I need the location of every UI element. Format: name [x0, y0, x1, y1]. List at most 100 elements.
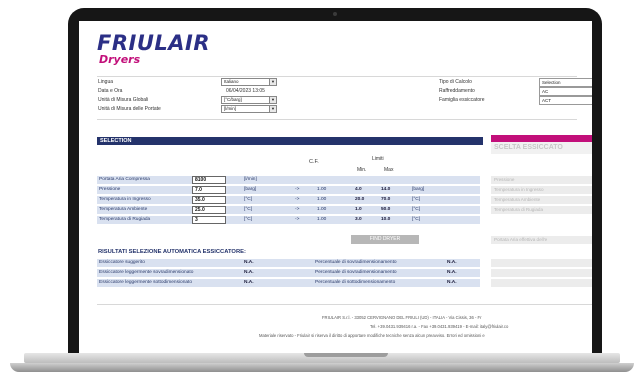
laptop-bezel: FRIULAIR Dryers Lingua Italiano ▼ Data e … — [68, 8, 602, 361]
result-row: Essiccatore leggermente sovradimensionat… — [97, 269, 480, 277]
result-row: Essiccatore suggerito N.A. Percentuale d… — [97, 259, 480, 267]
data-ora-label: Data e Ora — [98, 88, 123, 94]
result-value: N.A. — [244, 270, 254, 275]
min-value: 1.0 — [355, 207, 362, 212]
footer-address: FRIULAIR S.r.l. - 33052 CERVIGNANO DEL F… — [322, 315, 482, 320]
pct-value: N.A. — [447, 280, 457, 285]
divider — [97, 76, 577, 77]
result-label: Essiccatore leggermente sottodimensionat… — [99, 280, 193, 285]
pct-label: Percentuale di sottodimensionamento — [315, 280, 396, 285]
selection-row-temp-rugiada: Temperatura di Rugiada 3 [°C] -> 1.00 3.… — [97, 216, 480, 224]
unita-globali-select[interactable]: [°C/barg] ▼ — [221, 96, 277, 104]
temp-ambiente-input[interactable]: 25.0 — [192, 206, 226, 214]
tipo-calcolo-label: Tipo di Calcolo — [439, 79, 472, 85]
min-value: 20.0 — [355, 197, 365, 202]
selection-row-pressione: Pressione 7.0 [barg] -> 1.00 4.0 14.0 [b… — [97, 186, 480, 194]
pct-label: Percentuale di sovradimensionamento — [315, 260, 397, 265]
row-unit: [barg] — [244, 187, 257, 192]
row-unit: [°C] — [244, 207, 253, 212]
right-panel-row: Temperatura in Ingresso — [491, 186, 592, 194]
selection-row-temp-ambiente: Temperatura Ambiente 25.0 [°C] -> 1.00 1… — [97, 206, 480, 214]
logo-main-text: FRIULAIR — [97, 31, 210, 55]
cf-value: 1.00 — [317, 217, 327, 222]
pct-value: N.A. — [447, 260, 457, 265]
row-label: Temperatura di Rugiada — [99, 217, 151, 222]
max-value: 14.0 — [381, 187, 391, 192]
right-panel-row — [491, 259, 592, 267]
cf-header: C.F. — [309, 159, 319, 165]
find-dryer-button[interactable]: FIND DRYER — [351, 235, 419, 244]
pct-label: Percentuale di sovradimensionamento — [315, 270, 397, 275]
unita-portate-select[interactable]: [l/min] ▼ — [221, 105, 277, 113]
chevron-down-icon: ▼ — [269, 97, 276, 103]
min-value: 4.0 — [355, 187, 362, 192]
cf-value: 1.00 — [317, 207, 327, 212]
unita-portate-value: [l/min] — [224, 106, 237, 111]
footer-contacts: Tel. +39.0431.939416 r.a. - Fax +39.0431… — [370, 324, 509, 329]
portata-input[interactable]: 8100 — [192, 176, 226, 184]
row-unit: [l/min] — [244, 177, 257, 182]
row-unit: [°C] — [244, 217, 253, 222]
lingua-select[interactable]: Italiano ▼ — [221, 78, 277, 86]
logo-sub-text: Dryers — [99, 53, 141, 66]
friulair-logo: FRIULAIR Dryers — [97, 31, 210, 66]
arrow-icon: -> — [295, 187, 300, 192]
result-row: Essiccatore leggermente sottodimensionat… — [97, 279, 480, 287]
results-title: RISULTATI SELEZIONE AUTOMATICA ESSICCATO… — [98, 249, 246, 255]
pct-value: N.A. — [447, 270, 457, 275]
row-label: Portata Aria Compressa — [99, 177, 150, 182]
lingua-value: Italiano — [224, 79, 239, 84]
result-label: Essiccatore leggermente sovradimensionat… — [99, 270, 194, 275]
right-panel-row: Temperatura Ambiente — [491, 196, 592, 204]
cf-value: 1.00 — [317, 187, 327, 192]
max-value: 70.0 — [381, 197, 391, 202]
arrow-icon: -> — [295, 207, 300, 212]
raffreddamento-label: Raffreddamento — [439, 88, 475, 94]
min-value: 3.0 — [355, 217, 362, 222]
data-ora-value: 06/04/2023 13:05 — [226, 88, 265, 94]
arrow-icon: -> — [295, 197, 300, 202]
laptop-base-bottom — [10, 363, 634, 372]
pressione-input[interactable]: 7.0 — [192, 186, 226, 194]
divider — [97, 119, 577, 120]
right-panel-row: Pressione — [491, 176, 592, 184]
row-unit2: [°C] — [412, 217, 421, 222]
row-unit: [°C] — [244, 197, 253, 202]
min-header: Min. — [357, 167, 367, 173]
row-unit2: [°C] — [412, 197, 421, 202]
cf-value: 1.00 — [317, 197, 327, 202]
divider — [97, 304, 592, 305]
right-panel-row — [491, 279, 592, 287]
right-panel-portata: Portata Aria effettiva dell'e — [491, 236, 592, 244]
selection-row-temp-ingresso: Temperatura in Ingresso 35.0 [°C] -> 1.0… — [97, 196, 480, 204]
laptop-notch — [304, 353, 388, 357]
max-header: Max — [384, 167, 394, 173]
famiglia-label: Famiglia essiccatore — [439, 97, 485, 103]
famiglia-select[interactable]: ACT — [539, 96, 592, 105]
temp-rugiada-input[interactable]: 3 — [192, 216, 226, 224]
result-label: Essiccatore suggerito — [99, 260, 145, 265]
right-panel-row — [491, 269, 592, 277]
app-screen: FRIULAIR Dryers Lingua Italiano ▼ Data e … — [79, 21, 592, 354]
footer-disclaimer: Materiale riservato - Friulair si riserv… — [259, 333, 485, 338]
result-value: N.A. — [244, 260, 254, 265]
row-label: Pressione — [99, 187, 121, 192]
max-value: 50.0 — [381, 207, 391, 212]
camera-icon — [333, 12, 337, 16]
tipo-calcolo-select[interactable]: Selection — [539, 78, 592, 87]
unita-globali-value: [°C/barg] — [224, 97, 242, 102]
row-label: Temperatura Ambiente — [99, 207, 148, 212]
laptop-base-top — [24, 353, 620, 363]
row-label: Temperatura in Ingresso — [99, 197, 151, 202]
max-value: 10.0 — [381, 217, 391, 222]
unita-portate-label: Unità di Misura delle Portate — [98, 106, 161, 112]
chevron-down-icon: ▼ — [269, 79, 276, 85]
row-unit2: [°C] — [412, 207, 421, 212]
result-value: N.A. — [244, 280, 254, 285]
temp-ingresso-input[interactable]: 35.0 — [192, 196, 226, 204]
right-panel-row: Temperatura di Rugiada — [491, 206, 592, 214]
raffreddamento-select[interactable]: AC — [539, 87, 592, 96]
selection-header: SELECTION — [97, 137, 483, 145]
laptop-base — [0, 353, 644, 380]
right-panel-title: SCELTA ESSICCATO — [491, 142, 592, 154]
